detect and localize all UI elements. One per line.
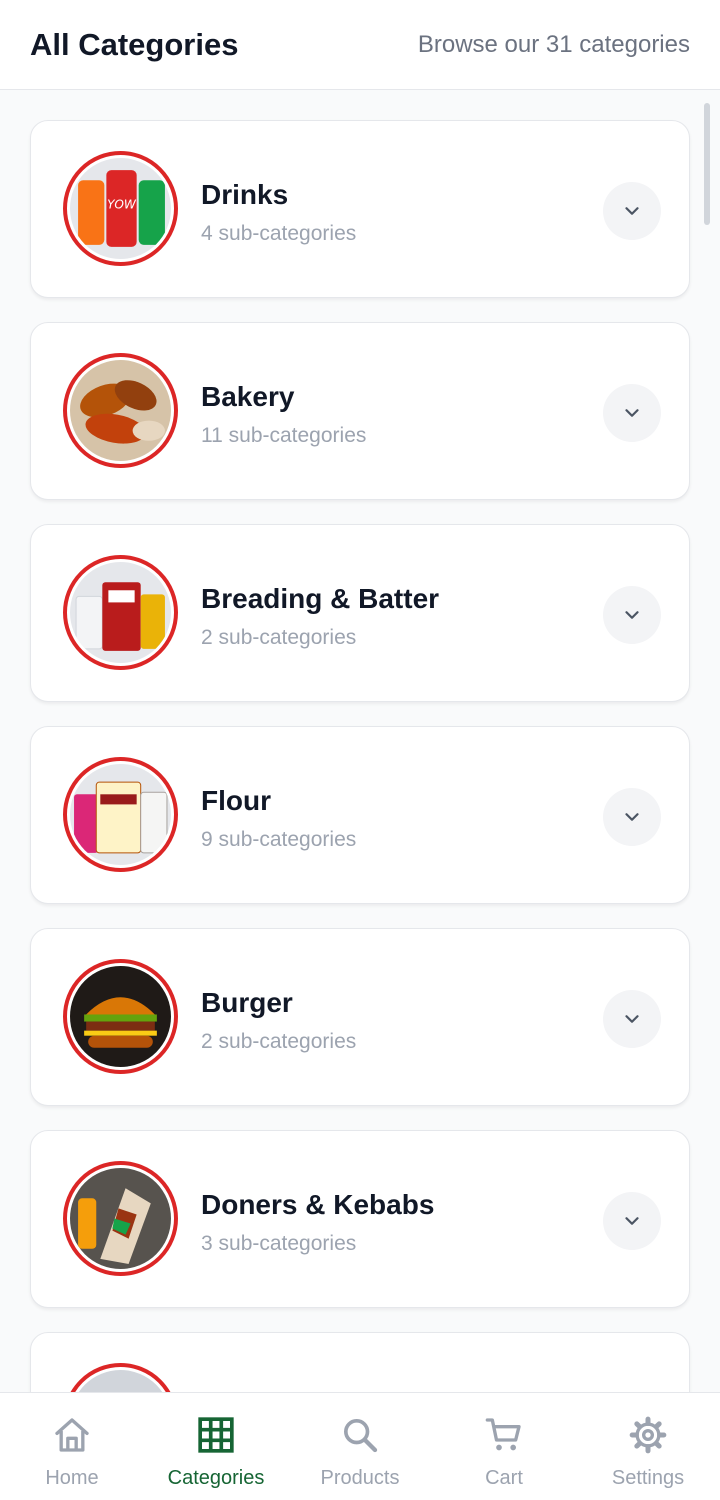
nav-label: Cart <box>485 1467 523 1489</box>
nav-item-settings[interactable]: Settings <box>576 1393 720 1500</box>
category-name: Bakery <box>201 381 295 412</box>
category-card-breading-batter[interactable]: Breading & Batter 2 sub-categories <box>30 524 690 702</box>
app-root: All Categories Browse our 31 categories … <box>0 0 720 1500</box>
breading-image <box>70 562 171 663</box>
expand-button[interactable] <box>603 182 661 240</box>
category-name: Drinks <box>201 179 289 210</box>
cart-icon <box>484 1415 524 1455</box>
chevron-down-icon <box>625 813 639 821</box>
drinks-image: YOW <box>70 158 171 259</box>
expand-button[interactable] <box>603 384 661 442</box>
category-thumbnail <box>63 353 178 468</box>
page-title: All Categories <box>30 26 239 62</box>
subcategory-count: 3 sub-categories <box>201 1232 357 1255</box>
subcategory-count: 2 sub-categories <box>201 626 357 649</box>
bakery-image <box>70 360 171 461</box>
nav-label: Settings <box>611 1467 685 1489</box>
nav-item-home[interactable]: Home <box>0 1393 144 1500</box>
expand-button[interactable] <box>603 1192 661 1250</box>
chevron-down-icon <box>625 207 639 215</box>
category-thumbnail <box>63 1161 178 1276</box>
nav-label: Products <box>320 1467 400 1489</box>
category-card-flour[interactable]: Flour 9 sub-categories <box>30 726 690 904</box>
home-icon <box>52 1415 92 1455</box>
chevron-down-icon <box>625 611 639 619</box>
category-card-partial[interactable] <box>30 1332 690 1392</box>
category-thumbnail <box>63 555 178 670</box>
nav-item-cart[interactable]: Cart <box>432 1393 576 1500</box>
category-card-drinks[interactable]: YOW Drinks 4 sub-categories <box>30 120 690 298</box>
chevron-down-icon <box>625 1217 639 1225</box>
expand-button[interactable] <box>603 990 661 1048</box>
subcategory-count: 9 sub-categories <box>201 828 357 851</box>
subcategory-count: 2 sub-categories <box>201 1030 357 1053</box>
svg-text:YOW: YOW <box>107 198 137 212</box>
category-name: Breading & Batter <box>201 583 440 614</box>
category-card-doners-kebabs[interactable]: Doners & Kebabs 3 sub-categories <box>30 1130 690 1308</box>
category-thumbnail <box>63 959 178 1074</box>
category-thumbnail <box>63 757 178 872</box>
nav-label: Categories <box>167 1467 265 1489</box>
expand-button[interactable] <box>603 586 661 644</box>
category-image <box>70 1370 171 1392</box>
subcategory-count: 4 sub-categories <box>201 222 357 245</box>
bottom-nav: Home Categories Products Cart Settings <box>0 1392 720 1500</box>
category-thumbnail <box>63 1363 178 1392</box>
category-count-text: Browse our 31 categories <box>417 30 690 58</box>
category-name: Flour <box>201 785 271 816</box>
expand-button[interactable] <box>603 788 661 846</box>
category-name: Doners & Kebabs <box>201 1189 435 1220</box>
grid-icon <box>196 1415 236 1455</box>
search-icon <box>340 1415 380 1455</box>
flour-image <box>70 764 171 865</box>
chevron-down-icon <box>625 409 639 417</box>
category-name: Burger <box>201 987 293 1018</box>
doner-image <box>70 1168 171 1269</box>
nav-label: Home <box>45 1467 99 1489</box>
subcategory-count: 11 sub-categories <box>201 424 367 447</box>
nav-item-products[interactable]: Products <box>288 1393 432 1500</box>
category-card-burger[interactable]: Burger 2 sub-categories <box>30 928 690 1106</box>
burger-image <box>70 966 171 1067</box>
category-thumbnail: YOW <box>63 151 178 266</box>
category-list[interactable]: YOW Drinks 4 sub-categories Bakery 11 su… <box>0 90 720 1392</box>
nav-item-categories[interactable]: Categories <box>144 1393 288 1500</box>
scrollbar[interactable] <box>704 103 710 225</box>
header: All Categories Browse our 31 categories <box>0 0 720 90</box>
category-card-bakery[interactable]: Bakery 11 sub-categories <box>30 322 690 500</box>
chevron-down-icon <box>625 1015 639 1023</box>
gear-icon <box>628 1415 668 1455</box>
